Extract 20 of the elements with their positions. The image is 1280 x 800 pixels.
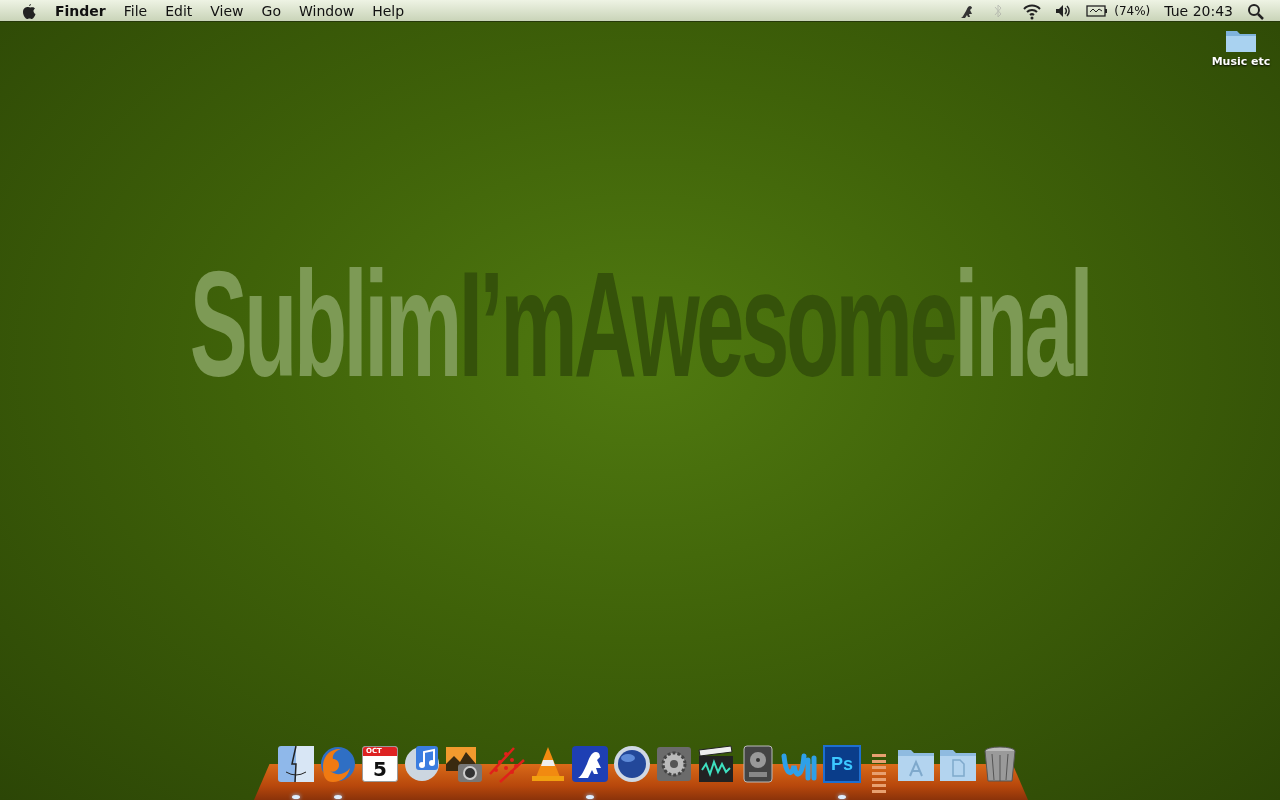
menu-item[interactable]: View [201,0,253,22]
menu-item[interactable]: Edit [156,0,202,22]
menu-item[interactable]: Window [289,0,364,22]
gear-icon[interactable] [654,744,694,784]
photo-camera-icon[interactable] [444,744,484,784]
ps-app-icon[interactable]: Ps [823,745,861,783]
menu-item[interactable]: Go [252,0,290,22]
clapperboard-icon[interactable] [696,744,736,784]
music-disc-icon[interactable] [402,744,442,784]
apple-menu-icon[interactable] [20,1,36,20]
folder-label[interactable]: Music etc [1211,54,1271,71]
search-icon[interactable] [1246,1,1266,20]
app-menu[interactable]: Finder [46,0,115,22]
finder-face-icon[interactable] [276,744,316,784]
menu-item[interactable]: Help [363,0,414,22]
frog-icon[interactable] [570,744,610,784]
menu-item[interactable]: File [114,0,157,22]
clock[interactable]: Tue 20:43 [1157,0,1240,22]
globe-icon[interactable] [612,744,652,784]
battery-percentage: (74%) [1114,2,1152,20]
